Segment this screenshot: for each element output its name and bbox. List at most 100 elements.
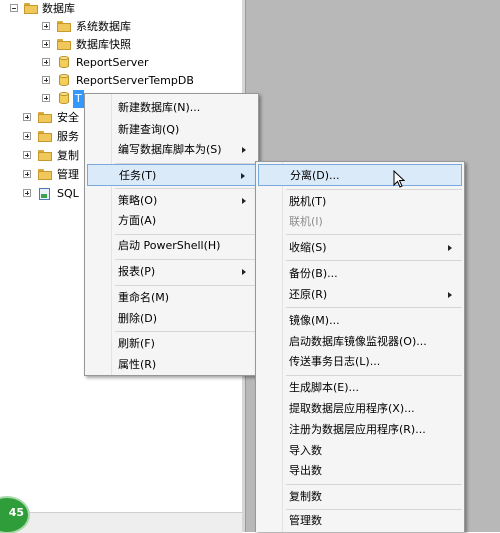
menu-item-ship-transaction-logs[interactable]: 传送事务日志(L)... <box>258 351 462 373</box>
tree-node-database-snapshots[interactable]: 数据库快照 <box>0 36 242 54</box>
tree-node-label: ReportServerTempDB <box>76 74 194 87</box>
expand-icon[interactable] <box>23 189 31 197</box>
menu-separator <box>115 188 256 189</box>
menu-item-take-offline[interactable]: 脱机(T) <box>258 191 462 213</box>
menu-separator <box>286 375 462 376</box>
tree-node-system-databases[interactable]: 系统数据库 <box>0 18 242 36</box>
menu-item-label: 新建查询(Q) <box>118 123 180 136</box>
menu-separator <box>115 259 256 260</box>
menu-separator <box>286 189 462 190</box>
tree-node-label: T <box>73 90 84 108</box>
submenu-arrow-icon <box>241 173 245 179</box>
tree-node-label: 复制 <box>57 149 79 162</box>
tree-node-label: 安全 <box>57 111 79 124</box>
expand-icon[interactable] <box>23 170 31 178</box>
menu-item-label: 备份(B)... <box>289 267 338 280</box>
submenu-arrow-icon <box>242 147 246 153</box>
menu-item-backup[interactable]: 备份(B)... <box>258 263 462 285</box>
menu-item-label: 复制数 <box>289 490 322 503</box>
menu-item-restore[interactable]: 还原(R) <box>258 284 462 306</box>
menu-item-script-database-as[interactable]: 编写数据库脚本为(S) <box>87 139 256 161</box>
menu-item-properties[interactable]: 属性(R) <box>87 354 256 376</box>
menu-item-refresh[interactable]: 刷新(F) <box>87 333 256 355</box>
collapse-icon[interactable] <box>10 4 18 12</box>
menu-item-label: 导入数 <box>289 444 322 457</box>
menu-item-launch-mirroring-monitor[interactable]: 启动数据库镜像监视器(O)... <box>258 331 462 353</box>
menu-separator <box>115 331 256 332</box>
menu-item-label: 方面(A) <box>118 214 157 227</box>
folder-icon <box>38 169 52 180</box>
folder-icon <box>38 150 52 161</box>
menu-item-label: 还原(R) <box>289 288 328 301</box>
menu-item-manage-encryption[interactable]: 管理数 <box>258 510 462 532</box>
expand-icon[interactable] <box>42 58 50 66</box>
menu-item-label: 管理数 <box>289 514 322 527</box>
tree-node-label: 数据库快照 <box>76 38 131 51</box>
tree-node-label: 服务 <box>57 130 79 143</box>
menu-item-label: 任务(T) <box>119 169 157 182</box>
expand-icon[interactable] <box>42 22 50 30</box>
menu-item-label: 联机(I) <box>289 215 323 228</box>
submenu-arrow-icon <box>448 292 452 298</box>
menu-item-new-query[interactable]: 新建查询(Q) <box>87 119 256 141</box>
menu-separator <box>286 484 462 485</box>
menu-item-start-powershell[interactable]: 启动 PowerShell(H) <box>87 235 256 257</box>
sql-agent-icon <box>38 188 52 200</box>
tasks-submenu: 分离(D)... 脱机(T) 联机(I) 收缩(S) 备份(B)... 还原(R… <box>255 161 465 532</box>
menu-item-import-data[interactable]: 导入数 <box>258 440 462 462</box>
database-icon <box>59 92 69 105</box>
database-icon <box>59 56 69 69</box>
menu-separator <box>286 234 462 235</box>
menu-item-export-data[interactable]: 导出数 <box>258 460 462 482</box>
menu-item-detach[interactable]: 分离(D)... <box>258 164 462 186</box>
tree-node-reportserver[interactable]: ReportServer <box>0 54 242 72</box>
menu-item-label: 脱机(T) <box>289 195 327 208</box>
menu-item-label: 传送事务日志(L)... <box>289 355 381 368</box>
menu-item-new-database[interactable]: 新建数据库(N)... <box>87 97 256 119</box>
menu-item-label: 策略(O) <box>118 194 158 207</box>
tree-node-label: SQL <box>57 187 79 200</box>
menu-item-label: 新建数据库(N)... <box>118 101 201 114</box>
expand-icon[interactable] <box>42 40 50 48</box>
menu-item-label: 启动 PowerShell(H) <box>118 239 221 252</box>
menu-item-facets[interactable]: 方面(A) <box>87 210 256 232</box>
folder-icon <box>38 112 52 123</box>
tree-node-label: 系统数据库 <box>76 20 131 33</box>
menu-item-extract-data-tier-app[interactable]: 提取数据层应用程序(X)... <box>258 398 462 420</box>
tree-node-databases[interactable]: 数据库 <box>0 0 242 18</box>
menu-separator <box>286 260 462 261</box>
menu-item-register-data-tier-app[interactable]: 注册为数据层应用程序(R)... <box>258 419 462 441</box>
menu-item-label: 镜像(M)... <box>289 314 340 327</box>
menu-item-label: 属性(R) <box>118 358 157 371</box>
expand-icon[interactable] <box>23 113 31 121</box>
menu-item-label: 编写数据库脚本为(S) <box>118 143 222 156</box>
menu-item-shrink[interactable]: 收缩(S) <box>258 237 462 259</box>
menu-item-bring-online: 联机(I) <box>258 211 462 233</box>
tree-node-reportservertempdb[interactable]: ReportServerTempDB <box>0 72 242 90</box>
expand-icon[interactable] <box>42 76 50 84</box>
database-icon <box>59 74 69 87</box>
status-bar: 就绪 <box>0 512 242 533</box>
menu-item-copy-database[interactable]: 复制数 <box>258 486 462 508</box>
menu-item-label: 注册为数据层应用程序(R)... <box>289 423 426 436</box>
menu-item-reports[interactable]: 报表(P) <box>87 261 256 283</box>
expand-icon[interactable] <box>42 94 50 102</box>
submenu-arrow-icon <box>448 245 452 251</box>
submenu-arrow-icon <box>242 269 246 275</box>
menu-item-label: 启动数据库镜像监视器(O)... <box>289 335 427 348</box>
tree-node-label: ReportServer <box>76 56 149 69</box>
menu-item-label: 刷新(F) <box>118 337 155 350</box>
tree-node-label: 管理 <box>57 168 79 181</box>
menu-item-policies[interactable]: 策略(O) <box>87 190 256 212</box>
menu-item-delete[interactable]: 删除(D) <box>87 308 256 330</box>
menu-item-generate-scripts[interactable]: 生成脚本(E)... <box>258 377 462 399</box>
menu-item-tasks[interactable]: 任务(T) <box>87 164 256 186</box>
menu-item-rename[interactable]: 重命名(M) <box>87 287 256 309</box>
menu-separator <box>286 307 462 308</box>
menu-item-label: 收缩(S) <box>289 241 327 254</box>
folder-icon <box>24 3 38 14</box>
menu-item-mirror[interactable]: 镜像(M)... <box>258 310 462 332</box>
folder-icon <box>57 21 71 32</box>
expand-icon[interactable] <box>23 151 31 159</box>
expand-icon[interactable] <box>23 132 31 140</box>
